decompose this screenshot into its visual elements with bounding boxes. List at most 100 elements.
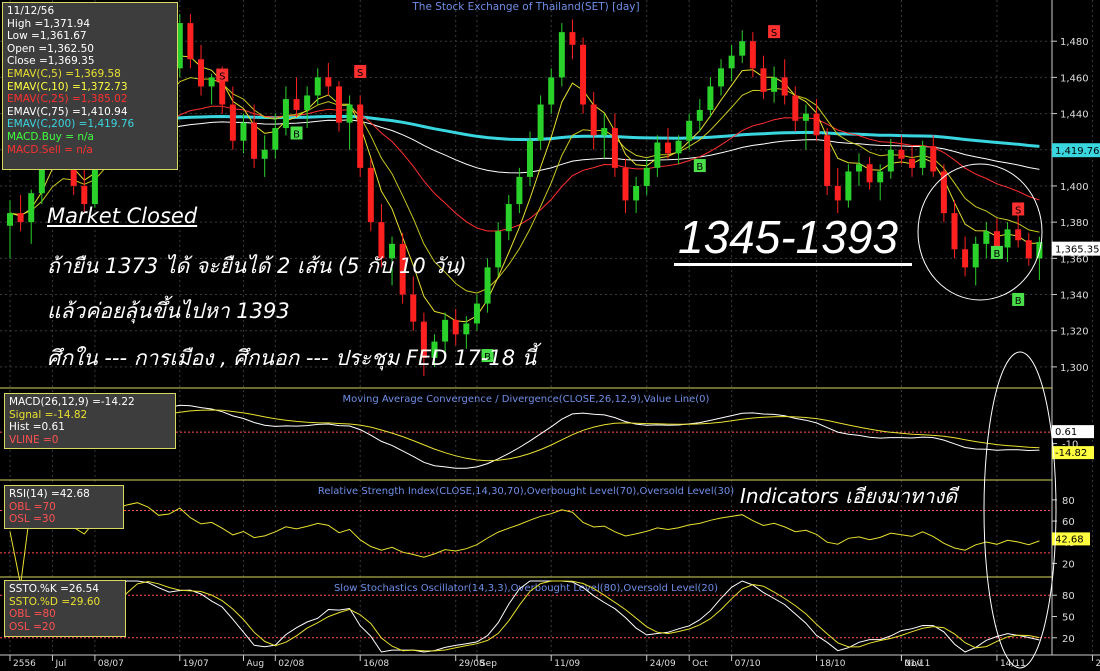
candle-body: [919, 146, 926, 168]
rsi-tick-label: 20: [1062, 559, 1075, 570]
candle-body: [877, 171, 884, 183]
price-tick-label: 1,400: [1060, 182, 1089, 193]
date-label: Jul: [54, 659, 66, 669]
candle-body: [749, 41, 756, 69]
candle-body: [993, 231, 1000, 248]
stoch-legend: SSTO.%K =26.54 SSTO.%D =29.60 OBL =80 OSL =…: [4, 580, 126, 637]
candle-body: [261, 149, 268, 159]
candle-body: [272, 128, 279, 150]
macd-value-label: -14.82: [1055, 448, 1087, 459]
price-tick-label: 1,320: [1060, 327, 1089, 338]
panel-title: Slow Stochastics Oscillator(14,3,3),Over…: [334, 583, 718, 594]
annotation-line-1: ถ้ายืน 1373 ได้ จะยืนได้ 2 เส้น (5 กับ 1…: [47, 254, 467, 278]
date-label: 02/08: [278, 659, 304, 669]
rsi-tick-label: 80: [1062, 496, 1075, 507]
date-label: 18/10: [820, 659, 846, 669]
candle-body: [314, 77, 321, 96]
candle-body: [611, 128, 618, 168]
candle-body: [367, 167, 374, 223]
signal-label: B: [293, 129, 300, 140]
candle-body: [442, 319, 449, 342]
candle-body: [781, 77, 788, 96]
legend-line: VLINE =0: [9, 433, 59, 446]
price-tag-label: 1,365.35: [1055, 245, 1100, 256]
legend-line: EMAV(C,25) =1,385.02: [7, 93, 128, 106]
candle-body: [198, 59, 205, 87]
legend-line: MACD.Buy = n/a: [7, 130, 94, 143]
candle-body: [357, 104, 364, 168]
price-tick-label: 1,480: [1060, 37, 1089, 48]
legend-line: SSTO.%K =26.54: [9, 583, 99, 595]
candle-body: [951, 213, 958, 250]
candle-body: [1015, 229, 1022, 241]
candle-body: [1025, 240, 1032, 259]
price-tick-label: 1,380: [1060, 218, 1089, 229]
legend-line: RSI(14) =42.68: [9, 488, 90, 500]
candle-body: [792, 95, 799, 121]
candle-body: [866, 164, 873, 183]
date-label: Aug: [246, 659, 264, 669]
candle-body: [633, 185, 640, 201]
legend-line: Close =1,369.35: [7, 55, 95, 68]
stoch-tick-label: 50: [1062, 613, 1075, 624]
candle-body: [962, 249, 969, 268]
candle-body: [898, 149, 905, 159]
candle-body: [569, 32, 576, 45]
candle-body: [834, 185, 841, 201]
candle-body: [473, 303, 480, 324]
macd-value-label: 0.61: [1055, 427, 1077, 438]
candle-body: [558, 32, 565, 78]
indicators-note: Indicators เอียงมาทางดี: [740, 484, 958, 508]
candle-body: [548, 77, 555, 105]
candle-body: [855, 164, 862, 172]
market-closed-note: Market Closed: [47, 204, 198, 228]
price-tick-label: 1,460: [1060, 73, 1089, 84]
signal-label: B: [994, 249, 1001, 260]
rsi-value-label: 42.68: [1055, 534, 1084, 545]
candle-body: [718, 68, 725, 87]
candle-body: [1004, 229, 1011, 248]
candle-body: [930, 146, 937, 172]
candle-body: [887, 149, 894, 172]
date-label: 07/10: [735, 659, 761, 669]
legend-line: MACD.Sell = n/a: [7, 143, 93, 156]
candle-body: [335, 86, 342, 123]
legend-line: High =1,371.94: [7, 17, 91, 30]
range-underline: [674, 263, 912, 266]
date-label: 11/09: [554, 659, 580, 669]
stoch-tick-label: 20: [1062, 634, 1075, 645]
candle-body: [654, 142, 661, 168]
candle-body: [707, 86, 714, 110]
candle-body: [696, 109, 703, 121]
candle-body: [463, 323, 470, 335]
candle-body: [325, 77, 332, 87]
candle-body: [484, 267, 491, 304]
panel-title: Relative Strength Index(CLOSE,14,30,70),…: [318, 486, 734, 497]
legend-line: OSL =20: [9, 620, 56, 633]
candle-body: [452, 319, 459, 335]
legend-line: OBL =80: [9, 608, 56, 621]
candle-body: [81, 185, 88, 205]
price-tick-label: 1,340: [1060, 291, 1089, 302]
candle-body: [601, 128, 608, 136]
legend-line: Low =1,361.67: [7, 30, 87, 43]
annotation-line-2: แล้วค่อยลุ้นขึ้นไปหา 1393: [47, 299, 290, 323]
candle-body: [771, 77, 778, 92]
date-label: 16/08: [363, 659, 389, 669]
candle-body: [739, 41, 746, 56]
price-tick-label: 1,360: [1060, 254, 1089, 265]
rsi-tick-label: 60: [1062, 517, 1075, 528]
candle-body: [229, 104, 236, 141]
price-tag-label: 1,419.76: [1055, 146, 1100, 157]
highlight-ellipse: [917, 163, 1043, 301]
candle-body: [537, 104, 544, 141]
candle-body: [983, 231, 990, 244]
candle-body: [686, 120, 693, 141]
date-label: 27/11: [1095, 659, 1100, 669]
price-tick-label: 1,300: [1060, 363, 1089, 374]
candle-body: [505, 204, 512, 232]
candle-body: [495, 231, 502, 268]
date-label: Sep: [480, 659, 497, 669]
candle-body: [282, 99, 289, 129]
candle-body: [251, 122, 258, 159]
